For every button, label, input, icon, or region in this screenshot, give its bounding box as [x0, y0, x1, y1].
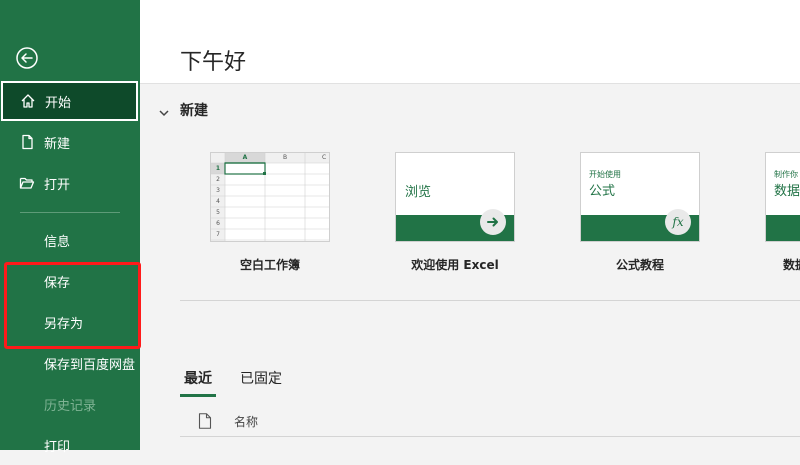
nav-item-label: 新建: [44, 136, 71, 152]
nav-item-label: 打开: [44, 177, 71, 193]
nav-item-label: 保存到百度网盘: [44, 357, 136, 373]
column-header: C: [322, 154, 327, 161]
thumbnail-text: 浏览: [405, 185, 432, 200]
template-caption: 欢迎使用 Excel: [411, 258, 499, 272]
spreadsheet-grid: A B C 1 2 3 4 5 6 7: [211, 153, 329, 241]
nav-item-save-as[interactable]: 另存为: [0, 302, 140, 342]
template-thumbnail: A B C 1 2 3 4 5 6 7: [210, 152, 330, 242]
nav-item-label: 另存为: [44, 316, 84, 332]
nav-item-history: 历史记录: [0, 384, 140, 424]
column-header: B: [282, 154, 288, 161]
file-icon: [198, 413, 212, 429]
chevron-down-icon: [158, 104, 170, 117]
tab-pinned[interactable]: 已固定: [236, 366, 286, 397]
nav-item-home[interactable]: 开始: [1, 81, 138, 121]
template-blank-workbook[interactable]: A B C 1 2 3 4 5 6 7 空白工作簿: [210, 152, 330, 273]
nav-item-label: 历史记录: [44, 398, 97, 414]
template-caption: 空白工作簿: [239, 258, 300, 272]
row-number: 3: [216, 187, 220, 194]
nav-item-print[interactable]: 打印: [0, 425, 140, 465]
row-number: 5: [216, 209, 220, 216]
nav-item-save[interactable]: 保存: [0, 261, 140, 301]
section-divider: [180, 300, 800, 301]
row-number: 4: [216, 198, 220, 205]
nav-item-label: 信息: [44, 234, 71, 250]
nav-item-label: 打印: [44, 439, 71, 455]
row-number: 1: [215, 165, 221, 172]
new-file-icon: [18, 133, 36, 151]
row-number: 2: [216, 176, 220, 183]
thumbnail-subtext: 开始使用: [589, 170, 621, 179]
tab-recent[interactable]: 最近: [180, 366, 216, 397]
new-section-toggle[interactable]: 新建: [158, 100, 208, 120]
page-title: 下午好: [180, 50, 247, 75]
template-caption: 数据: [783, 258, 800, 272]
file-list-header: 名称: [180, 406, 800, 437]
thumbnail-subtext: 制作你: [774, 170, 798, 179]
template-welcome-excel[interactable]: 浏览 欢迎使用 Excel: [395, 152, 515, 273]
thumbnail-band: [766, 215, 800, 241]
fx-icon: fx: [665, 209, 691, 235]
open-folder-icon: [18, 174, 36, 192]
nav-item-label: 保存: [44, 275, 71, 291]
fx-icon-label: fx: [672, 215, 684, 229]
nav-item-info[interactable]: 信息: [0, 220, 140, 260]
row-number: 6: [216, 220, 220, 227]
name-column-header[interactable]: 名称: [234, 413, 258, 430]
backstage-main: 下午好 新建 A B C 1 2 3 4 5 6 7 空白工作簿 浏览 欢迎使用…: [140, 0, 800, 450]
template-data[interactable]: 制作你 数据 数据: [765, 152, 800, 273]
template-caption: 公式教程: [615, 258, 664, 272]
template-thumbnail: 制作你 数据: [765, 152, 800, 242]
nav-item-label: 开始: [45, 95, 72, 111]
home-icon: [19, 92, 37, 110]
thumbnail-text: 数据: [774, 184, 800, 199]
backstage-sidebar: 开始 新建 打开 信息 保存 另存为 保存到百度网盘 历史记录 打印: [0, 0, 141, 455]
nav-item-new[interactable]: 新建: [0, 122, 140, 162]
section-title: 新建: [180, 103, 208, 119]
column-header: A: [242, 154, 248, 161]
nav-item-save-to-baidu[interactable]: 保存到百度网盘: [0, 343, 140, 383]
arrow-right-icon: [480, 209, 506, 235]
greeting-bar: 下午好: [140, 0, 800, 84]
template-formula-tutorial[interactable]: 开始使用 公式 fx 公式教程: [580, 152, 700, 273]
back-arrow-icon[interactable]: [15, 46, 39, 70]
sidebar-divider: [20, 212, 120, 213]
nav-item-open[interactable]: 打开: [0, 163, 140, 203]
thumbnail-text: 公式: [589, 184, 616, 199]
template-thumbnail: 浏览: [395, 152, 515, 242]
row-number: 7: [216, 231, 220, 238]
template-thumbnail: 开始使用 公式 fx: [580, 152, 700, 242]
recent-pinned-tabs: 最近 已固定: [180, 366, 306, 397]
